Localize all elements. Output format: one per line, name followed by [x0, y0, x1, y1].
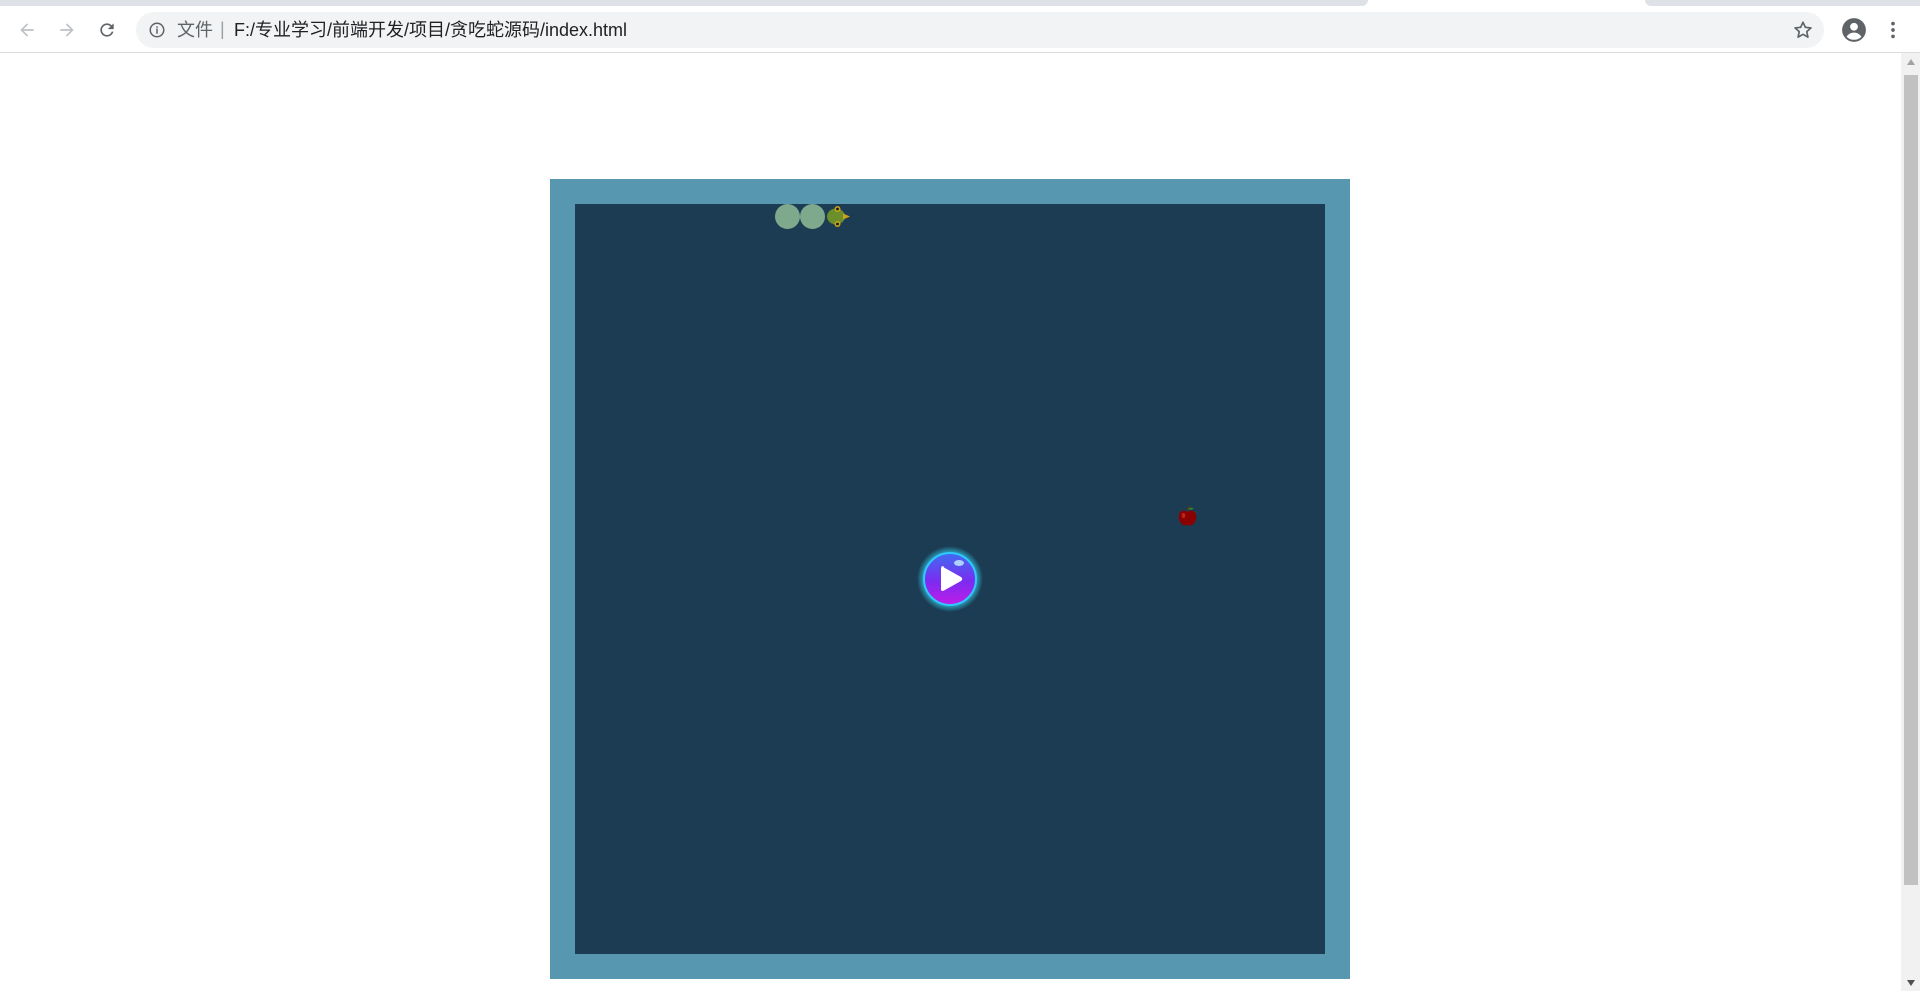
menu-button[interactable]	[1879, 14, 1907, 46]
address-separator: |	[220, 19, 225, 39]
forward-arrow-icon	[60, 23, 74, 37]
back-button[interactable]	[11, 14, 43, 46]
address-scheme-label: 文件	[177, 20, 213, 40]
back-arrow-icon	[20, 23, 34, 37]
scroll-up-arrow-icon	[1906, 58, 1915, 65]
play-button[interactable]	[917, 546, 983, 612]
snake-head-icon	[827, 206, 850, 227]
star-icon[interactable]	[1792, 19, 1814, 41]
snake-body-segment	[800, 204, 825, 229]
tab-inactive-left[interactable]	[0, 0, 1368, 6]
account-icon	[1842, 18, 1866, 42]
forward-button[interactable]	[51, 14, 83, 46]
snake-body-segment	[775, 204, 800, 229]
apple-food-icon	[1178, 505, 1197, 526]
browser-toolbar: 文件 | F:/专业学习/前端开发/项目/贪吃蛇源码/index.html	[0, 8, 1920, 53]
tab-strip	[0, 0, 1920, 8]
vertical-scrollbar[interactable]	[1901, 53, 1920, 991]
scroll-thumb[interactable]	[1904, 75, 1918, 885]
game-frame	[550, 179, 1350, 979]
more-vert-icon	[1891, 21, 1895, 39]
info-icon[interactable]	[148, 21, 166, 39]
game-board[interactable]	[575, 204, 1325, 954]
address-url[interactable]: F:/专业学习/前端开发/项目/贪吃蛇源码/index.html	[234, 20, 627, 40]
address-bar[interactable]: 文件 | F:/专业学习/前端开发/项目/贪吃蛇源码/index.html	[136, 12, 1824, 48]
scroll-down-arrow-icon	[1906, 979, 1915, 986]
reload-button[interactable]	[91, 14, 123, 46]
scroll-up-button[interactable]	[1901, 53, 1920, 70]
reload-icon	[100, 23, 114, 37]
scroll-down-button[interactable]	[1901, 974, 1920, 991]
tab-inactive-right[interactable]	[1645, 0, 1920, 6]
profile-button[interactable]	[1838, 14, 1870, 46]
